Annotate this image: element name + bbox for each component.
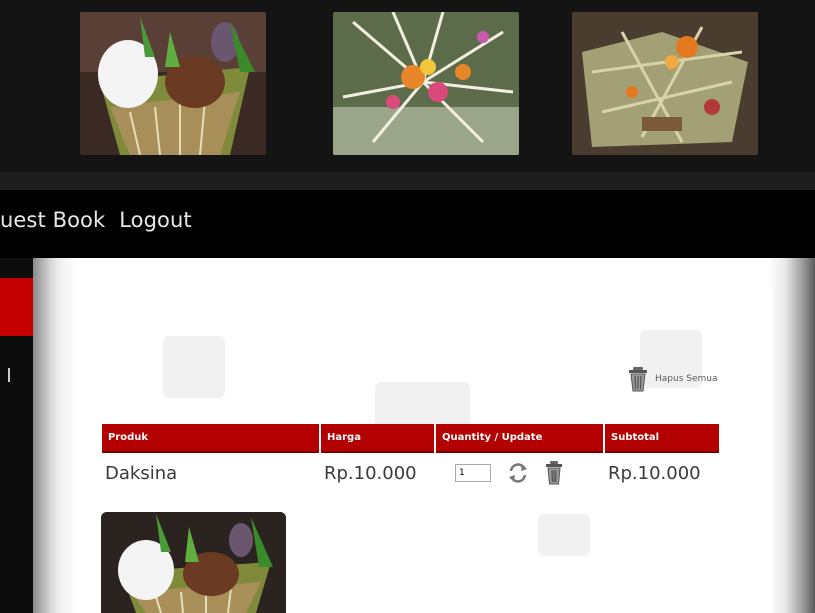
cell-harga: Rp.10.000 bbox=[324, 462, 417, 484]
sidebar-text-fragment bbox=[8, 368, 10, 382]
banner-image-daksina bbox=[80, 12, 266, 155]
trash-icon bbox=[627, 366, 649, 392]
cell-subtotal: Rp.10.000 bbox=[608, 462, 701, 484]
header-subtotal: Subtotal bbox=[605, 424, 719, 453]
banner-divider bbox=[0, 172, 815, 190]
cell-quantity bbox=[436, 453, 603, 493]
header-banner bbox=[0, 0, 815, 190]
quantity-input[interactable] bbox=[455, 464, 491, 482]
sidebar-fragment bbox=[0, 258, 33, 613]
sidebar-active-item[interactable] bbox=[0, 278, 33, 336]
hapus-semua-label: Hapus Semua bbox=[655, 374, 718, 384]
cell-produk: Daksina bbox=[105, 462, 178, 484]
main-navbar: uest Book Logout bbox=[0, 190, 815, 258]
header-harga: Harga bbox=[321, 424, 434, 453]
header-quantity: Quantity / Update bbox=[436, 424, 603, 453]
nav-guestbook-link[interactable]: uest Book bbox=[0, 208, 105, 232]
ghost-placeholder bbox=[163, 336, 225, 398]
table-row: Daksina Rp.10.000 1 Rp.10.000 bbox=[102, 453, 719, 493]
hapus-semua-button[interactable]: Hapus Semua bbox=[627, 366, 718, 392]
product-image bbox=[101, 512, 286, 613]
banner-image-canang bbox=[572, 12, 758, 155]
nav-logout-link[interactable]: Logout bbox=[119, 208, 192, 232]
header-produk: Produk bbox=[102, 424, 319, 453]
ghost-placeholder bbox=[538, 514, 590, 556]
trash-icon[interactable] bbox=[545, 461, 563, 485]
cart-table: Produk Harga Quantity / Update Subtotal … bbox=[100, 424, 721, 493]
refresh-icon[interactable] bbox=[507, 462, 529, 484]
table-header-row: Produk Harga Quantity / Update Subtotal bbox=[102, 424, 719, 453]
banner-image-offering bbox=[333, 12, 519, 155]
